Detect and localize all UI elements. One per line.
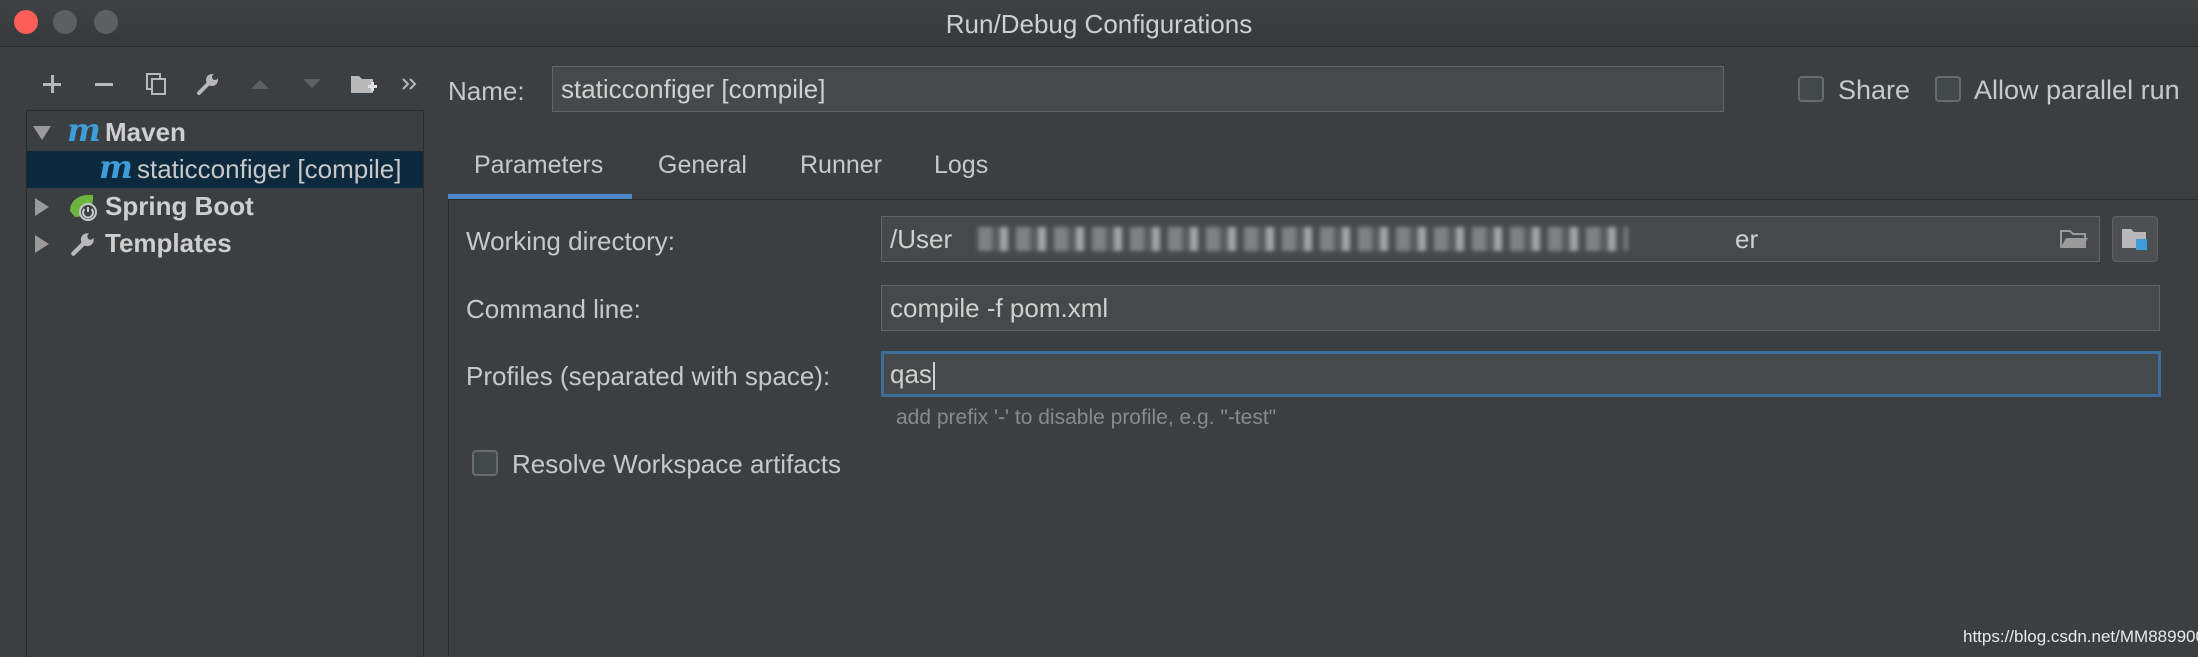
profiles-hint: add prefix '-' to disable profile, e.g. … — [896, 406, 1277, 429]
working-directory-field[interactable]: /User er — [881, 216, 2100, 262]
tab-general[interactable]: General — [658, 140, 747, 198]
tree-item-label: Maven — [105, 117, 186, 147]
edit-templates-button[interactable] — [182, 64, 234, 104]
move-down-button[interactable] — [286, 64, 338, 104]
parameters-panel — [448, 200, 2198, 656]
resolve-workspace-artifacts-checkbox[interactable] — [472, 450, 498, 476]
move-up-icon — [251, 80, 269, 89]
tree-item-staticconfiger[interactable]: m staticconfiger [compile] — [27, 148, 423, 188]
move-up-button[interactable] — [234, 64, 286, 104]
tab-parameters[interactable]: Parameters — [474, 140, 603, 198]
browse-folder-icon[interactable] — [2059, 227, 2089, 251]
working-directory-value-start: /User — [890, 224, 953, 254]
add-button[interactable] — [26, 64, 78, 104]
text-caret — [932, 362, 935, 391]
tree-item-label: staticconfiger [compile] — [137, 154, 402, 184]
tree-item-templates[interactable]: Templates — [27, 225, 423, 262]
new-folder-button[interactable] — [338, 64, 390, 104]
profiles-label: Profiles (separated with space): — [466, 361, 831, 391]
redacted-path — [978, 227, 1628, 251]
maven-icon: m — [67, 111, 101, 149]
resolve-workspace-artifacts-label: Resolve Workspace artifacts — [512, 449, 841, 479]
add-icon — [43, 75, 61, 93]
profiles-value: qas — [890, 359, 932, 389]
tree-item-label: Templates — [105, 228, 232, 258]
tab-runner[interactable]: Runner — [800, 140, 882, 198]
folder-icon — [2122, 229, 2147, 250]
allow-parallel-run-checkbox[interactable] — [1935, 76, 1961, 102]
share-checkbox[interactable] — [1798, 76, 1824, 102]
remove-icon — [95, 83, 113, 86]
more-icon — [402, 78, 417, 90]
collapse-arrow-icon[interactable] — [35, 198, 49, 216]
expand-arrow-icon[interactable] — [33, 126, 51, 140]
config-toolbar — [26, 64, 430, 104]
share-label: Share — [1838, 75, 1911, 105]
collapse-arrow-icon[interactable] — [35, 235, 49, 253]
more-button[interactable] — [390, 64, 430, 104]
command-line-label: Command line: — [466, 294, 641, 324]
tree-item-maven[interactable]: m Maven — [27, 111, 423, 151]
wrench-icon — [71, 233, 94, 256]
new-folder-icon — [351, 76, 377, 93]
remove-button[interactable] — [78, 64, 130, 104]
working-directory-value-end: er — [1735, 224, 1759, 254]
watermark: https://blog.csdn.net/MM889900 — [1963, 627, 2198, 646]
working-directory-label: Working directory: — [466, 226, 676, 256]
tree-item-label: Spring Boot — [105, 191, 254, 221]
wrench-icon — [197, 74, 218, 95]
copy-button[interactable] — [130, 64, 182, 104]
macros-button[interactable] — [2112, 216, 2158, 262]
command-line-field[interactable]: compile -f pom.xml — [881, 285, 2160, 331]
tree-item-spring-boot[interactable]: Spring Boot — [27, 188, 423, 225]
name-field[interactable]: staticconfiger [compile] — [552, 66, 1724, 112]
name-label: Name: — [448, 76, 525, 106]
tab-logs[interactable]: Logs — [934, 140, 988, 198]
maven-icon: m — [99, 148, 133, 186]
profiles-field[interactable]: qas — [881, 351, 2161, 397]
move-down-icon — [303, 79, 321, 88]
title-bar: Run/Debug Configurations — [0, 0, 2198, 47]
copy-icon — [146, 73, 166, 95]
configurations-tree: m Maven m staticconfiger [compile] Sprin… — [26, 110, 424, 657]
allow-parallel-run-label: Allow parallel run — [1974, 75, 2180, 105]
window-title: Run/Debug Configurations — [945, 9, 1253, 39]
spring-boot-icon — [70, 194, 97, 221]
